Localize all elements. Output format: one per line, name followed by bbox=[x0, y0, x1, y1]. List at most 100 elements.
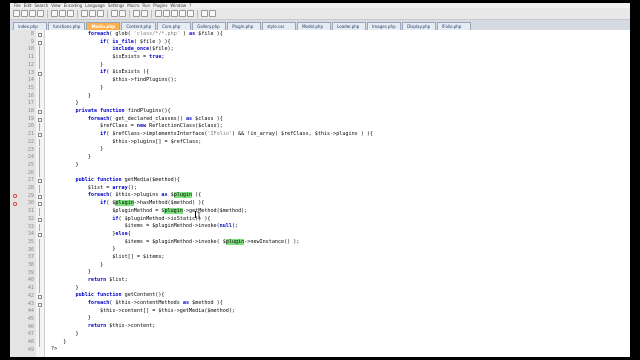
code-line[interactable]: } bbox=[45, 331, 630, 339]
menu-language[interactable]: Language bbox=[85, 3, 105, 8]
fold-toggle-icon[interactable] bbox=[36, 216, 44, 224]
code-line[interactable]: return $this->content; bbox=[45, 323, 630, 331]
menu-view[interactable]: View bbox=[51, 3, 61, 8]
fold-toggle-icon[interactable] bbox=[36, 200, 44, 208]
code-line[interactable]: $this->content[] = $this->getMedia($meth… bbox=[45, 308, 630, 316]
fold-toggle-icon[interactable] bbox=[36, 131, 44, 139]
code-line[interactable]: }else{ bbox=[45, 231, 630, 239]
code-line[interactable]: $pluginMethod = $plugin->getMethod($meth… bbox=[45, 207, 630, 216]
replace-icon[interactable] bbox=[141, 10, 148, 17]
code-editor[interactable]: 8 9 10 11 12 13 14 15 16 17 18 19 20 21 22 23 24 25 26 27 28… bbox=[10, 30, 630, 357]
code-line[interactable]: } bbox=[45, 269, 630, 277]
tab-ifolio-php[interactable]: IFolio.php bbox=[437, 22, 472, 30]
fold-toggle-icon[interactable] bbox=[36, 31, 44, 39]
sync-scroll-icon[interactable] bbox=[171, 10, 178, 17]
code-line[interactable]: if( $refClass->implementsInterface('IFol… bbox=[45, 131, 630, 139]
code-line[interactable]: if( is_file( $file ) ){ bbox=[45, 39, 630, 47]
save-all-icon[interactable] bbox=[37, 10, 44, 17]
code-line[interactable]: foreach( $this->contentMethods as $metho… bbox=[45, 300, 630, 308]
fold-toggle-icon[interactable] bbox=[36, 39, 44, 47]
code-line[interactable]: return $list; bbox=[45, 277, 630, 285]
fold-toggle-icon[interactable] bbox=[36, 231, 44, 239]
tab-loader-php[interactable]: Loader.php bbox=[332, 22, 367, 30]
code-line[interactable]: } bbox=[45, 315, 630, 323]
code-line[interactable]: foreach( get_declared_classes() as $clas… bbox=[45, 116, 630, 124]
code-line[interactable]: } bbox=[45, 100, 630, 108]
tab-style-css[interactable]: style.css bbox=[262, 22, 297, 30]
new-file-icon[interactable] bbox=[13, 10, 20, 17]
fold-toggle-icon[interactable] bbox=[36, 116, 44, 124]
tab-functions-php[interactable]: functions.php bbox=[48, 22, 86, 30]
code-line[interactable]: $list[] = $items; bbox=[45, 254, 630, 262]
fold-toggle-icon[interactable] bbox=[36, 70, 44, 78]
code-line[interactable]: } bbox=[45, 146, 630, 154]
tab-index-php[interactable]: index.php bbox=[13, 22, 47, 30]
tab-media-php[interactable]: Media.php bbox=[86, 22, 121, 30]
menu-window[interactable]: Window bbox=[170, 3, 186, 8]
menu-macro[interactable]: Macro bbox=[127, 3, 139, 8]
indent-guide-icon[interactable] bbox=[187, 10, 194, 17]
tab-content-php[interactable]: Content.php bbox=[121, 22, 157, 30]
copy-icon[interactable] bbox=[89, 10, 96, 17]
code-line[interactable]: foreach( $this->plugins as $plugin ){ bbox=[45, 192, 630, 200]
code-line[interactable]: } bbox=[45, 62, 630, 70]
tab-model-php[interactable]: Model.php bbox=[297, 22, 332, 30]
open-file-icon[interactable] bbox=[21, 10, 28, 17]
fold-toggle-icon[interactable] bbox=[36, 293, 44, 301]
code-line[interactable]: private function findPlugins(){ bbox=[45, 108, 630, 116]
tab-gallery-php[interactable]: Gallery.php bbox=[192, 22, 227, 30]
code-line[interactable]: } bbox=[45, 162, 630, 170]
menu-search[interactable]: Search bbox=[34, 3, 48, 8]
code-line[interactable]: } bbox=[45, 262, 630, 270]
menu-[interactable]: ? bbox=[189, 3, 191, 8]
fold-toggle-icon[interactable] bbox=[36, 177, 44, 185]
undo-icon[interactable] bbox=[111, 10, 118, 17]
macro-record-icon[interactable] bbox=[201, 10, 208, 17]
menu-encoding[interactable]: Encoding bbox=[64, 3, 82, 8]
code-line[interactable]: $isExists = true; bbox=[45, 54, 630, 62]
code-line[interactable]: } bbox=[45, 246, 630, 254]
tab-plugin-php[interactable]: Plugin.php bbox=[227, 22, 262, 30]
code-line[interactable]: } bbox=[45, 154, 630, 162]
code-line[interactable]: foreach( glob( 'class/*/*.php' ) as $fil… bbox=[45, 31, 630, 39]
code-line[interactable]: $this->plugins[] = $refClass; bbox=[45, 139, 630, 147]
print-icon[interactable] bbox=[67, 10, 74, 17]
find-icon[interactable] bbox=[133, 10, 140, 17]
code-line[interactable]: include_once($file); bbox=[45, 46, 630, 54]
zoom-in-icon[interactable] bbox=[155, 10, 162, 17]
code-line[interactable]: if( $plugin->hasMethod($method) ){ bbox=[45, 200, 630, 208]
code-line[interactable]: } bbox=[45, 285, 630, 293]
macro-play-icon[interactable] bbox=[209, 10, 216, 17]
save-icon[interactable] bbox=[29, 10, 36, 17]
close-all-icon[interactable] bbox=[59, 10, 66, 17]
code-line[interactable]: $refClass = new ReflectionClass($class); bbox=[45, 123, 630, 131]
fold-toggle-icon[interactable] bbox=[36, 108, 44, 116]
code-line[interactable]: public function getMedia($method){ bbox=[45, 177, 630, 185]
menu-settings[interactable]: Settings bbox=[108, 3, 124, 8]
code-line[interactable]: ?> bbox=[45, 346, 630, 354]
code-line[interactable] bbox=[45, 169, 630, 177]
fold-toggle-icon[interactable] bbox=[36, 301, 44, 309]
code-line[interactable]: $this->findPlugins(); bbox=[45, 77, 630, 85]
code-line[interactable]: public function getContent(){ bbox=[45, 292, 630, 300]
zoom-out-icon[interactable] bbox=[163, 10, 170, 17]
cut-icon[interactable] bbox=[81, 10, 88, 17]
wrap-icon[interactable] bbox=[179, 10, 186, 17]
menu-edit[interactable]: Edit bbox=[24, 3, 32, 8]
code-line[interactable]: $items = $pluginMethod->invoke(null); bbox=[45, 223, 630, 231]
tab-images-php[interactable]: Images.php bbox=[367, 22, 402, 30]
paste-icon[interactable] bbox=[97, 10, 104, 17]
menu-run[interactable]: Run bbox=[142, 3, 150, 8]
code-line[interactable]: if( $isExists ){ bbox=[45, 69, 630, 77]
menu-plugins[interactable]: Plugins bbox=[153, 3, 167, 8]
code-line[interactable]: if( $pluginMethod->isStatic() ){ bbox=[45, 216, 630, 224]
menu-file[interactable]: File bbox=[14, 3, 21, 8]
code-area[interactable]: foreach( glob( 'class/*/*.php' ) as $fil… bbox=[45, 30, 630, 357]
close-icon[interactable] bbox=[51, 10, 58, 17]
tab-display-php[interactable]: Display.php bbox=[402, 22, 437, 30]
tab-core-php[interactable]: Core.php bbox=[157, 22, 192, 30]
code-line[interactable]: } bbox=[45, 85, 630, 93]
redo-icon[interactable] bbox=[119, 10, 126, 17]
fold-toggle-icon[interactable] bbox=[36, 193, 44, 201]
code-line[interactable]: } bbox=[45, 339, 630, 347]
